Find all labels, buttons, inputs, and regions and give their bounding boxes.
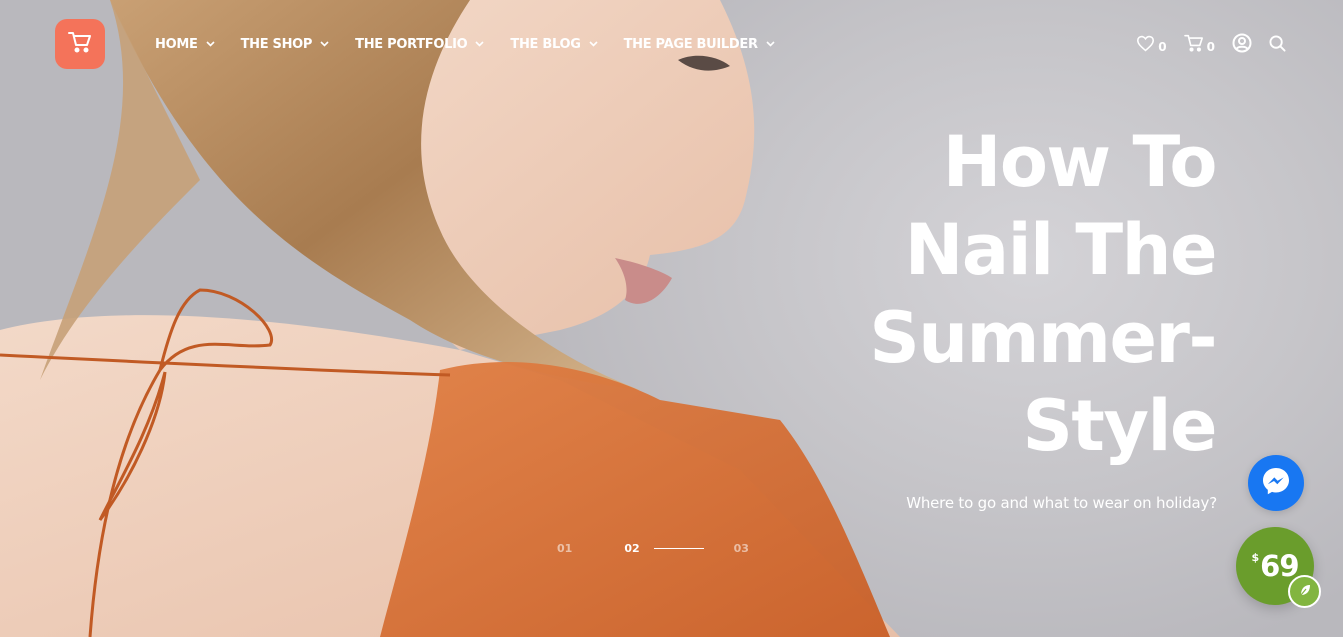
wishlist-count: 0 [1158,39,1167,54]
pager-item-02[interactable]: 02 [624,542,639,555]
price-amount: 69 [1260,549,1299,583]
headline-line: Summer- [869,297,1217,379]
hero-headline: How To Nail The Summer- Style [796,118,1218,470]
user-icon [1232,33,1252,57]
cart-count: 0 [1206,39,1215,54]
pager-progress-line [653,547,704,549]
messenger-icon [1260,465,1292,501]
price-currency: $ [1251,551,1260,564]
messenger-button[interactable] [1248,455,1304,511]
cart-icon [1183,34,1204,56]
logo[interactable] [55,19,105,69]
chevron-down-icon [766,41,775,47]
wishlist-button[interactable]: 0 [1136,35,1167,56]
chevron-down-icon [320,41,329,47]
account-button[interactable] [1232,33,1252,57]
search-icon [1269,34,1286,56]
slider-pager: 01 02 03 [557,540,749,556]
nav-item-blog[interactable]: THE BLOG [510,36,598,52]
chevron-down-icon [475,41,484,47]
pager-item-01[interactable]: 01 [557,542,572,555]
header-tools: 0 0 [1119,33,1286,57]
nav-item-home[interactable]: HOME [155,37,215,52]
leaf-badge[interactable] [1288,575,1321,608]
search-button[interactable] [1269,34,1286,56]
nav-item-page-builder[interactable]: THE PAGE BUILDER [624,37,775,52]
nav-item-label: HOME [155,36,198,52]
nav-item-portfolio[interactable]: THE PORTFOLIO [355,37,484,52]
main-nav: HOME THE SHOP THE PORTFOLIO THE BLOG THE… [155,34,801,54]
nav-item-label: THE PAGE BUILDER [623,36,758,52]
headline-line: Style [1022,385,1218,467]
heart-icon [1136,35,1155,56]
nav-item-label: THE SHOP [240,36,313,52]
headline-line: Nail The [904,209,1218,291]
cart-icon [68,31,92,57]
headline-line: How To [942,121,1218,203]
nav-item-shop[interactable]: THE SHOP [241,37,330,52]
nav-item-label: THE PORTFOLIO [355,36,468,52]
nav-item-label: THE BLOG [510,36,581,52]
pager-item-03[interactable]: 03 [734,542,749,555]
cart-button[interactable]: 0 [1183,34,1215,56]
leaf-icon [1298,582,1312,601]
hero-subtitle: Where to go and what to wear on holiday? [906,494,1217,512]
chevron-down-icon [205,41,215,47]
chevron-down-icon [589,41,598,47]
